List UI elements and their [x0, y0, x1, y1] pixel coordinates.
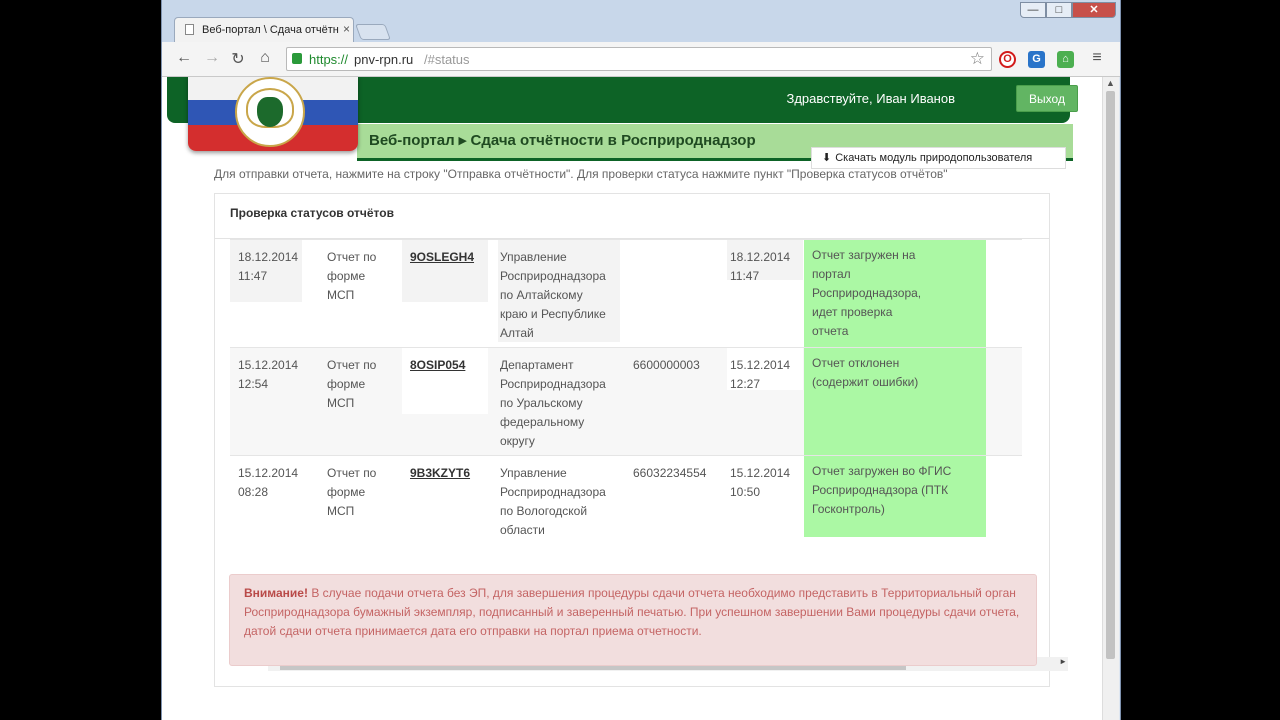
forward-icon[interactable]: →	[202, 49, 222, 67]
tab-strip: Веб-портал \ Сдача отчётн × — □ ✕	[162, 0, 1120, 42]
address-bar[interactable]: https:// pnv-rpn.ru /#status ☆	[286, 47, 992, 71]
status-date: 15.12.2014 10:50	[730, 466, 791, 499]
status-date: 15.12.2014 12:27	[730, 358, 791, 391]
download-module-button[interactable]: ⬇ Скачать модуль природопользователя	[811, 147, 1066, 169]
maximize-button[interactable]: □	[1046, 2, 1072, 18]
url-host: pnv-rpn.ru	[354, 52, 414, 67]
table-row[interactable]: 15.12.2014 08:28 Отчет по форме МСП 9B3KZYT…	[230, 455, 1022, 537]
back-icon[interactable]: ←	[174, 49, 194, 67]
download-icon: ⬇	[822, 152, 832, 164]
page-content: Здравствуйте, Иван Иванов Выход Веб-порт…	[162, 77, 1102, 720]
page-title: Веб-портал ▸ Сдача отчётности в Росприро…	[369, 132, 756, 149]
menu-icon[interactable]: ≡	[1087, 49, 1107, 67]
inn: 6600000003	[633, 358, 700, 372]
browser-toolbar: ← → ↻ ⌂ https:// pnv-rpn.ru /#status ☆ O…	[162, 42, 1120, 77]
status-text: Отчет загружен на портал Росприроднадзора,…	[804, 240, 986, 348]
report-code-link[interactable]: 9OSLEGH4	[410, 248, 490, 267]
close-window-button[interactable]: ✕	[1072, 2, 1116, 18]
report-code-link[interactable]: 9B3KZYT6	[410, 464, 490, 483]
date-sent: 18.12.2014 11:47	[238, 250, 299, 283]
page-icon	[185, 24, 194, 35]
new-tab-button[interactable]	[355, 24, 391, 40]
status-table: 18.12.2014 11:47 Отчет по форме МСП 9OSLEGH…	[230, 239, 1038, 537]
report-form: Отчет по форме МСП	[327, 466, 377, 518]
alert-title: Внимание!	[244, 586, 308, 600]
status-text: Отчет загружен во ФГИС Росприроднадзора (…	[804, 456, 986, 537]
tab-title: Веб-портал \ Сдача отчётн	[202, 24, 339, 36]
browser-window: Веб-портал \ Сдача отчётн × — □ ✕ ← → ↻ …	[161, 0, 1121, 720]
department: Департамент Росприроднадзора по Уральскому…	[500, 358, 606, 448]
reload-icon[interactable]: ↻	[228, 49, 248, 69]
user-greeting: Здравствуйте, Иван Иванов	[786, 91, 955, 106]
table-row[interactable]: 18.12.2014 11:47 Отчет по форме МСП 9OSLEGH…	[230, 239, 1022, 348]
scroll-right-icon[interactable]: ►	[1059, 657, 1067, 666]
url-path: /#status	[424, 52, 470, 67]
emblem-icon	[235, 77, 305, 147]
alert-text: В случае подачи отчета без ЭП, для завер…	[244, 586, 1020, 638]
tab-close-icon[interactable]: ×	[343, 22, 350, 36]
logout-button[interactable]: Выход	[1016, 85, 1078, 112]
house-extension-icon[interactable]: ⌂	[1057, 51, 1074, 68]
page-scroll-thumb[interactable]	[1106, 91, 1115, 659]
opera-extension-icon[interactable]: O	[999, 51, 1016, 68]
inn: 66032234554	[633, 466, 707, 480]
instruction-text: Для отправки отчета, нажмите на строку "…	[214, 167, 948, 181]
page-vertical-scrollbar[interactable]: ▲	[1102, 77, 1119, 720]
site-logo[interactable]	[188, 77, 358, 151]
panel-title: Проверка статусов отчётов	[230, 206, 394, 220]
date-sent: 15.12.2014 08:28	[238, 466, 299, 499]
table-row[interactable]: 15.12.2014 12:54 Отчет по форме МСП 8OSIP05…	[230, 347, 1022, 456]
status-date: 18.12.2014 11:47	[730, 250, 791, 283]
download-label: Скачать модуль природопользователя	[835, 152, 1033, 164]
browser-tab[interactable]: Веб-портал \ Сдача отчётн ×	[174, 17, 354, 42]
report-form: Отчет по форме МСП	[327, 358, 377, 410]
report-code-link[interactable]: 8OSIP054	[410, 356, 490, 375]
warning-alert: Внимание! В случае подачи отчета без ЭП,…	[229, 574, 1037, 666]
star-icon[interactable]: ☆	[970, 49, 985, 69]
scroll-up-icon[interactable]: ▲	[1106, 78, 1115, 88]
url-scheme: https://	[309, 52, 349, 67]
department: Управление Росприроднадзора по Вологодской…	[500, 466, 606, 537]
lock-icon	[292, 53, 302, 64]
home-icon[interactable]: ⌂	[255, 49, 275, 67]
g-extension-icon[interactable]: G	[1028, 51, 1045, 68]
department: Управление Росприроднадзора по Алтайскому к…	[500, 250, 606, 340]
minimize-button[interactable]: —	[1020, 2, 1046, 18]
report-form: Отчет по форме МСП	[327, 250, 377, 302]
status-text: Отчет отклонен (содержит ошибки)	[804, 348, 986, 456]
date-sent: 15.12.2014 12:54	[238, 358, 299, 391]
shield-icon	[257, 97, 283, 127]
